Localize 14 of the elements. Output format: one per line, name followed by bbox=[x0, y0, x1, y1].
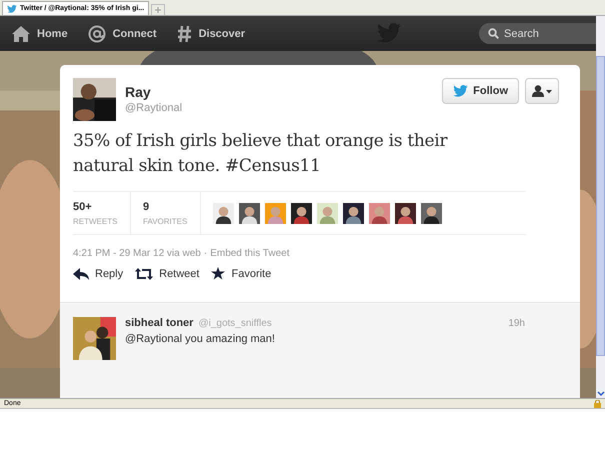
search-icon bbox=[488, 28, 499, 39]
home-icon bbox=[12, 26, 30, 42]
bird-logo-icon bbox=[376, 23, 402, 43]
scroll-thumb[interactable] bbox=[596, 56, 605, 356]
scrollbar[interactable] bbox=[596, 16, 605, 398]
plus-icon bbox=[155, 7, 162, 13]
nav-link[interactable]: Discover bbox=[176, 24, 246, 42]
nav-link[interactable]: Home bbox=[12, 26, 68, 42]
hash-icon bbox=[176, 24, 192, 42]
search-field[interactable]: Search bbox=[479, 23, 599, 44]
at-icon bbox=[88, 24, 106, 42]
bird-icon bbox=[7, 4, 17, 12]
lock-icon bbox=[594, 400, 601, 408]
nav-link[interactable]: Connect bbox=[88, 24, 157, 42]
